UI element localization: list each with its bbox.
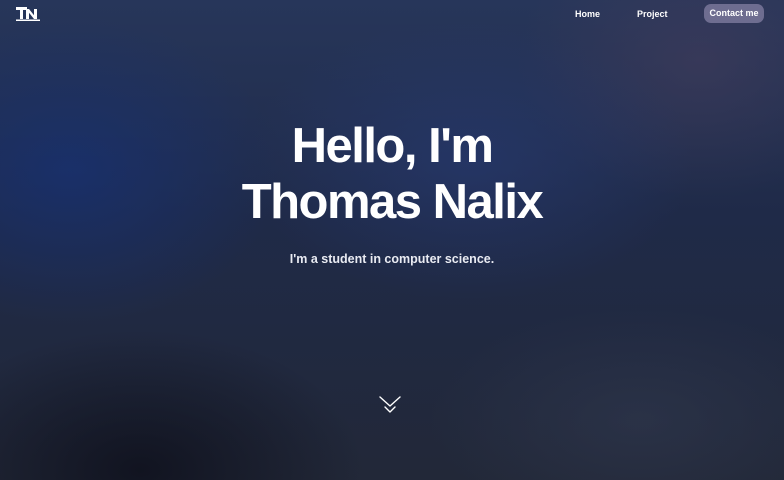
tn-logo-icon <box>16 7 40 21</box>
nav-link-project[interactable]: Project <box>637 8 668 20</box>
scroll-down-button[interactable] <box>378 394 402 418</box>
contact-me-button[interactable]: Contact me <box>704 4 764 23</box>
logo[interactable] <box>16 7 40 21</box>
nav-link-home[interactable]: Home <box>575 8 600 20</box>
hero-subtitle: I'm a student in computer science. <box>289 252 495 266</box>
top-navbar: Home Project Contact me <box>0 0 784 28</box>
hero-title-line-2: Thomas Nalix <box>241 175 544 229</box>
hero-title-line-1: Hello, I'm <box>291 119 494 173</box>
chevron-double-down-icon <box>379 396 401 413</box>
hero-title: Hello, I'm Thomas Nalix <box>0 118 784 230</box>
